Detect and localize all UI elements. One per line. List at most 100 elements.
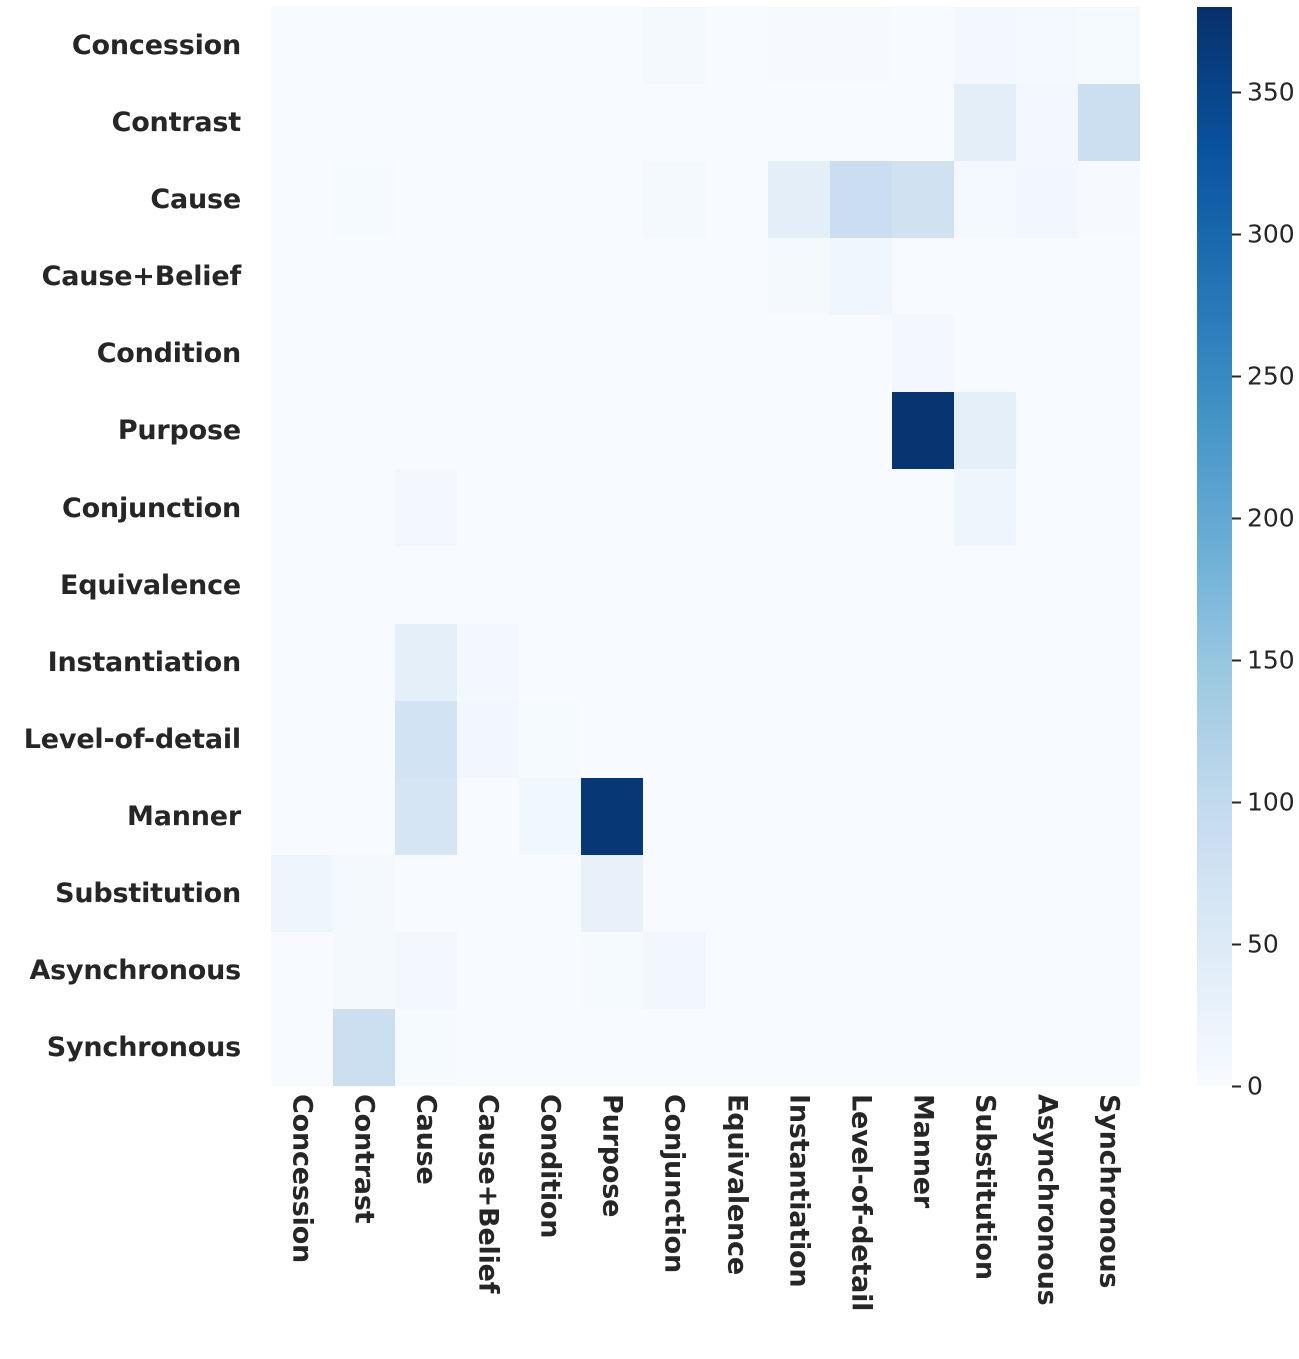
x-axis-label: Substitution [969,1094,1001,1280]
heatmap-cell [643,623,706,701]
heatmap-cell [581,469,644,547]
heatmap-cell [1077,1008,1140,1086]
heatmap-cell [395,315,458,393]
heatmap-cell [1015,7,1078,85]
heatmap-cell [519,161,582,239]
heatmap-cell [767,238,830,316]
x-axis-label: Cause [410,1094,442,1185]
x-axis-label-slot: Contrast [333,1086,395,1359]
x-axis-label: Level-of-detail [845,1094,877,1312]
heatmap-cell [1015,392,1078,470]
heatmap-cell [457,315,520,393]
heatmap-cell [271,1008,334,1086]
heatmap-cell [271,238,334,316]
x-axis-label-slot: Concession [271,1086,333,1359]
heatmap-cell [891,238,954,316]
colorbar-tick: 300 [1232,220,1295,249]
heatmap-cell [891,777,954,855]
heatmap-cell [457,700,520,778]
heatmap-cell [333,854,396,932]
heatmap-cell [767,392,830,470]
heatmap-cell [581,392,644,470]
heatmap-cell [643,777,706,855]
y-axis-label: Equivalence [60,569,241,601]
heatmap-cell [457,392,520,470]
colorbar-tick: 350 [1232,78,1295,107]
x-axis-label: Instantiation [783,1094,815,1288]
heatmap-cell [767,777,830,855]
y-axis-label: Conjunction [61,492,241,524]
heatmap-cell [953,546,1016,624]
heatmap-cell [891,392,954,470]
heatmap-cell [953,469,1016,547]
heatmap-cell [271,84,334,162]
colorbar-tick-mark [1232,233,1241,236]
y-axis-label: Manner [127,800,241,832]
heatmap-cell [395,777,458,855]
heatmap-cell [705,700,768,778]
heatmap-cell [1077,854,1140,932]
heatmap-cell [705,238,768,316]
heatmap-cell [271,700,334,778]
heatmap-cell [829,392,892,470]
heatmap-cell [457,1008,520,1086]
x-axis-label: Condition [534,1094,566,1239]
heatmap-cell [1077,84,1140,162]
heatmap-cell [705,84,768,162]
heatmap-cell [953,238,1016,316]
heatmap-cell [457,238,520,316]
heatmap-cell [271,469,334,547]
heatmap-cell [1015,700,1078,778]
x-axis-label-slot: Equivalence [706,1086,768,1359]
heatmap-cell [1077,238,1140,316]
heatmap-cell [271,161,334,239]
heatmap-cell [457,7,520,85]
heatmap-cell [395,700,458,778]
heatmap-cell [767,931,830,1009]
heatmap-cell [953,777,1016,855]
colorbar-tick: 0 [1232,1072,1263,1101]
heatmap-cell [271,315,334,393]
x-axis-label: Manner [907,1094,939,1208]
colorbar-gradient [1197,7,1232,1086]
heatmap-cell [891,700,954,778]
heatmap-cell [457,84,520,162]
colorbar-tick-mark [1232,91,1241,94]
colorbar-tick: 50 [1232,930,1279,959]
heatmap-cell [581,84,644,162]
heatmap-cell [705,546,768,624]
heatmap-cell [457,931,520,1009]
heatmap-cell [271,854,334,932]
heatmap-cell [457,623,520,701]
x-axis-label: Conjunction [658,1094,690,1274]
heatmap-cell [705,777,768,855]
heatmap-cell [519,777,582,855]
heatmap-cell [271,931,334,1009]
colorbar-tick: 100 [1232,788,1295,817]
heatmap-cell [643,854,706,932]
heatmap-cell [395,469,458,547]
heatmap-cell [1015,854,1078,932]
x-axis-label-slot: Purpose [581,1086,643,1359]
colorbar-ticks: 0 50 100 150 200 250 300 350 [1232,7,1299,1101]
x-axis-label-slot: Level-of-detail [830,1086,892,1359]
heatmap-cell [767,469,830,547]
x-axis-label-slot: Cause+Belief [457,1086,519,1359]
heatmap-cell [395,84,458,162]
colorbar-tick-label: 300 [1247,219,1295,249]
heatmap-cell [519,84,582,162]
heatmap-cell [953,7,1016,85]
heatmap-cell [829,238,892,316]
heatmap-cell [829,469,892,547]
y-axis-label: Cause [150,184,241,216]
heatmap-cell [643,469,706,547]
heatmap-cell [271,777,334,855]
y-axis-label: Cause+Belief [41,261,242,293]
colorbar-tick-label: 100 [1247,787,1295,817]
heatmap-cell [395,7,458,85]
heatmap-cell [891,7,954,85]
heatmap-cell [395,854,458,932]
colorbar [1197,7,1232,1086]
heatmap-cell [767,7,830,85]
heatmap-cell [705,623,768,701]
